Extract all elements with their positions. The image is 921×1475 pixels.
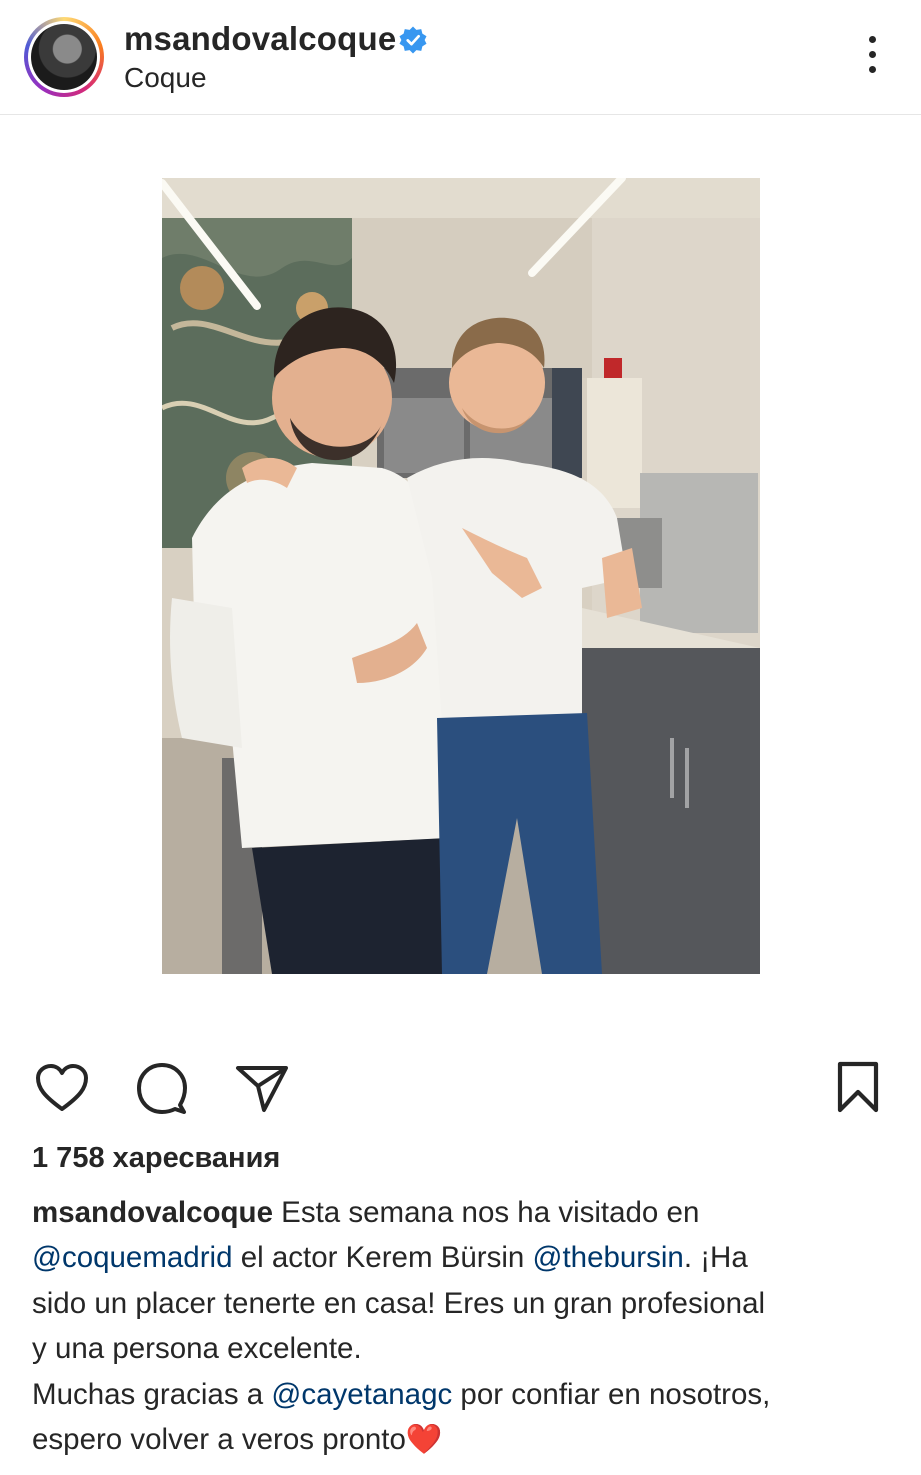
caption-text: espero volver a veros pronto xyxy=(32,1423,406,1457)
caption-line-4: y una persona excelente. xyxy=(32,1332,362,1366)
post-subtitle[interactable]: Coque xyxy=(124,62,207,94)
more-options-icon[interactable] xyxy=(858,36,886,80)
avatar-photo xyxy=(31,24,97,90)
caption-text: Muchas gracias a xyxy=(32,1377,272,1411)
post-photo[interactable] xyxy=(162,178,760,974)
caption-username[interactable]: msandovalcoque xyxy=(32,1196,273,1229)
mention-coquemadrid[interactable]: @coquemadrid xyxy=(32,1241,233,1274)
post-caption: msandovalcoque Esta semana nos ha visita… xyxy=(32,1190,892,1462)
mention-cayetanagc[interactable]: @cayetanagc xyxy=(271,1378,452,1411)
mention-thebursin[interactable]: @thebursin xyxy=(533,1241,684,1274)
bookmark-icon[interactable] xyxy=(828,1055,888,1121)
action-bar xyxy=(0,1055,921,1125)
verified-badge-icon xyxy=(399,26,427,54)
heart-icon[interactable] xyxy=(32,1055,92,1121)
heart-emoji-icon: ❤️ xyxy=(405,1423,443,1457)
likes-count[interactable]: 1 758 харесвания xyxy=(32,1142,280,1175)
avatar[interactable] xyxy=(24,17,104,97)
caption-line-1: msandovalcoque Esta semana nos ha visita… xyxy=(32,1190,892,1235)
post-header: msandovalcoque Coque xyxy=(0,0,921,115)
caption-text: Esta semana nos ha visitado en xyxy=(272,1196,700,1229)
caption-text: . ¡Ha xyxy=(683,1241,748,1275)
caption-text: el actor Kerem Bürsin xyxy=(232,1241,533,1275)
caption-line-3: sido un placer tenerte en casa! Eres un … xyxy=(32,1286,766,1320)
caption-line-2: @coquemadrid el actor Kerem Bürsin @theb… xyxy=(32,1235,892,1280)
caption-text: por confiar en nosotros, xyxy=(452,1377,771,1411)
avatar-image xyxy=(28,21,100,93)
caption-line-5: Muchas gracias a @cayetanagc por confiar… xyxy=(32,1372,892,1417)
share-icon[interactable] xyxy=(232,1055,292,1121)
caption-line-6: espero volver a veros pronto❤️ xyxy=(32,1417,892,1462)
post-username[interactable]: msandovalcoque xyxy=(124,20,396,58)
comment-icon[interactable] xyxy=(132,1055,192,1121)
